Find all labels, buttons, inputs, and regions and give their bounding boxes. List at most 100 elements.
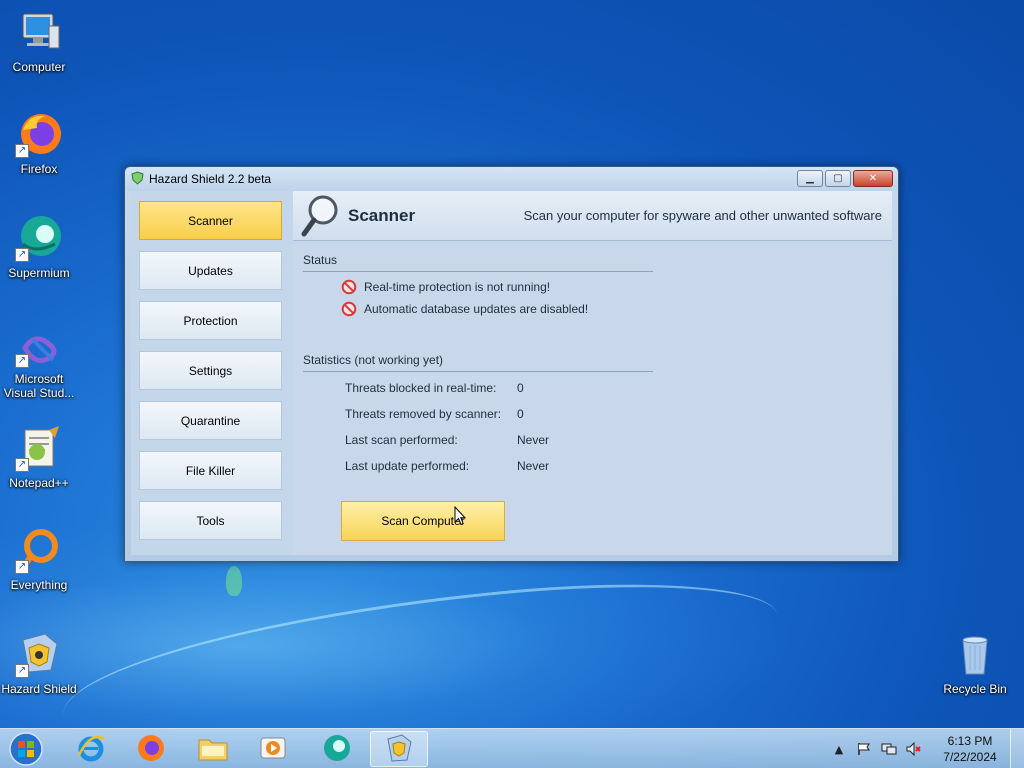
desktop-icon-label: Hazard Shield <box>1 682 77 696</box>
network-icon[interactable] <box>880 740 898 758</box>
stat-value: 0 <box>517 407 524 421</box>
taskbar-file-explorer[interactable] <box>184 731 242 767</box>
stat-label: Threats removed by scanner: <box>345 407 502 421</box>
taskbar-hazard-shield[interactable] <box>370 731 428 767</box>
desktop-icon-notepad-plus-plus[interactable]: ↗ Notepad++ <box>0 424 78 490</box>
panel-title: Scanner <box>348 206 416 225</box>
restore-icon: ▢ <box>833 173 843 184</box>
desktop-icon-label: Everything <box>10 578 68 592</box>
shortcut-arrow-icon: ↗ <box>15 664 29 678</box>
supermium-icon <box>322 733 352 766</box>
scanner-panel: Scanner Scan your computer for spyware a… <box>293 191 892 555</box>
wallpaper-leaf <box>226 566 242 596</box>
hazard-shield-icon: ↗ <box>15 630 63 678</box>
nav-file-killer-button[interactable]: File Killer <box>139 451 282 490</box>
clock-date: 7/22/2024 <box>943 750 997 764</box>
desktop-icon-label: Computer <box>12 60 66 74</box>
visual-studio-icon: ↗ <box>15 330 63 368</box>
shortcut-arrow-icon: ↗ <box>15 354 29 368</box>
minimize-button[interactable]: ▁ <box>797 170 823 187</box>
statistics-divider <box>303 371 653 372</box>
scan-computer-button[interactable]: Scan Computer <box>341 501 505 541</box>
firefox-icon: ↗ <box>15 110 63 158</box>
desktop-icon-label: Recycle Bin <box>943 682 1007 696</box>
shortcut-arrow-icon: ↗ <box>15 144 29 158</box>
close-button[interactable]: ✕ <box>853 170 893 187</box>
stat-label: Last scan performed: <box>345 433 458 447</box>
nav-protection-button[interactable]: Protection <box>139 301 282 340</box>
nav-label: Tools <box>196 513 225 528</box>
desktop-icon-label: Supermium <box>8 266 70 280</box>
hazard-shield-window: Hazard Shield 2.2 beta ▁ ▢ ✕ Scanner Upd… <box>124 166 899 562</box>
status-text: Automatic database updates are disabled! <box>364 302 589 316</box>
stat-value: Never <box>517 459 550 473</box>
taskbar-clock[interactable]: 6:13 PM 7/22/2024 <box>930 733 1010 765</box>
stat-value: Never <box>517 433 550 447</box>
desktop-icon-visual-studio[interactable]: ↗ Microsoft Visual Stud... <box>0 330 78 400</box>
taskbar-firefox[interactable] <box>122 731 180 767</box>
nav-label: File Killer <box>185 463 236 478</box>
desktop-icon-hazard-shield[interactable]: ↗ Hazard Shield <box>0 630 78 696</box>
action-center-flag-icon[interactable] <box>855 740 873 758</box>
shortcut-arrow-icon: ↗ <box>15 248 29 262</box>
desktop-icon-recycle-bin[interactable]: Recycle Bin <box>936 630 1014 696</box>
show-hidden-icons-button[interactable]: ▲ <box>830 740 848 758</box>
folder-icon <box>197 734 229 765</box>
mouse-cursor-icon <box>454 505 467 529</box>
nav-label: Updates <box>188 263 233 278</box>
panel-description: Scan your computer for spyware and other… <box>523 208 882 223</box>
sidebar: Scanner Updates Protection Settings Quar… <box>131 191 293 555</box>
nav-label: Quarantine <box>180 413 241 428</box>
nav-scanner-button[interactable]: Scanner <box>139 201 282 240</box>
nav-updates-button[interactable]: Updates <box>139 251 282 290</box>
scan-button-label: Scan Computer <box>381 514 465 528</box>
status-item: Real-time protection is not running! <box>341 279 550 295</box>
taskbar-supermium[interactable] <box>308 731 366 767</box>
desktop-icon-everything[interactable]: ↗ Everything <box>0 526 78 592</box>
taskbar-media-player[interactable] <box>244 731 302 767</box>
firefox-icon <box>136 733 166 766</box>
start-button[interactable] <box>6 731 46 767</box>
system-tray: ▲ 6:13 PM 7/22/2024 <box>830 729 1024 768</box>
taskbar: ▲ 6:13 PM 7/22/2024 <box>0 728 1024 768</box>
internet-explorer-icon <box>76 733 106 766</box>
desktop-icon-computer[interactable]: Computer <box>0 8 78 74</box>
taskbar-internet-explorer[interactable] <box>62 731 120 767</box>
stat-label: Last update performed: <box>345 459 470 473</box>
desktop-icon-label: Microsoft Visual Stud... <box>3 372 75 400</box>
prohibited-icon <box>341 279 357 295</box>
window-controls: ▁ ▢ ✕ <box>795 170 893 187</box>
panel-header: Scanner Scan your computer for spyware a… <box>293 191 892 241</box>
nav-tools-button[interactable]: Tools <box>139 501 282 540</box>
maximize-button[interactable]: ▢ <box>825 170 851 187</box>
nav-settings-button[interactable]: Settings <box>139 351 282 390</box>
notepad-plus-plus-icon: ↗ <box>15 424 63 472</box>
window-title: Hazard Shield 2.2 beta <box>149 172 272 186</box>
volume-muted-icon[interactable] <box>905 740 923 758</box>
status-divider <box>303 271 653 272</box>
status-item: Automatic database updates are disabled! <box>341 301 588 317</box>
show-desktop-button[interactable] <box>1010 729 1024 768</box>
desktop-icon-supermium[interactable]: ↗ Supermium <box>0 214 78 280</box>
stat-label: Threats blocked in real-time: <box>345 381 497 395</box>
shortcut-arrow-icon: ↗ <box>15 560 29 574</box>
supermium-icon: ↗ <box>15 214 63 262</box>
window-titlebar[interactable]: Hazard Shield 2.2 beta ▁ ▢ ✕ <box>125 167 898 191</box>
nav-label: Protection <box>183 313 238 328</box>
app-shield-icon <box>131 170 144 188</box>
close-icon: ✕ <box>868 173 878 184</box>
window-client: Scanner Updates Protection Settings Quar… <box>131 191 892 555</box>
recycle-bin-icon <box>951 630 999 678</box>
stat-value: 0 <box>517 381 524 395</box>
nav-quarantine-button[interactable]: Quarantine <box>139 401 282 440</box>
desktop-icon-firefox[interactable]: ↗ Firefox <box>0 110 78 176</box>
desktop-icon-label: Notepad++ <box>9 476 69 490</box>
shortcut-arrow-icon: ↗ <box>15 458 29 472</box>
status-section-title: Status <box>303 253 338 267</box>
desktop-icon-label: Firefox <box>20 162 58 176</box>
statistics-section-title: Statistics (not working yet) <box>303 353 444 367</box>
computer-icon <box>15 8 63 56</box>
nav-label: Settings <box>188 363 233 378</box>
chevron-up-icon: ▲ <box>834 742 844 756</box>
status-text: Real-time protection is not running! <box>364 280 551 294</box>
